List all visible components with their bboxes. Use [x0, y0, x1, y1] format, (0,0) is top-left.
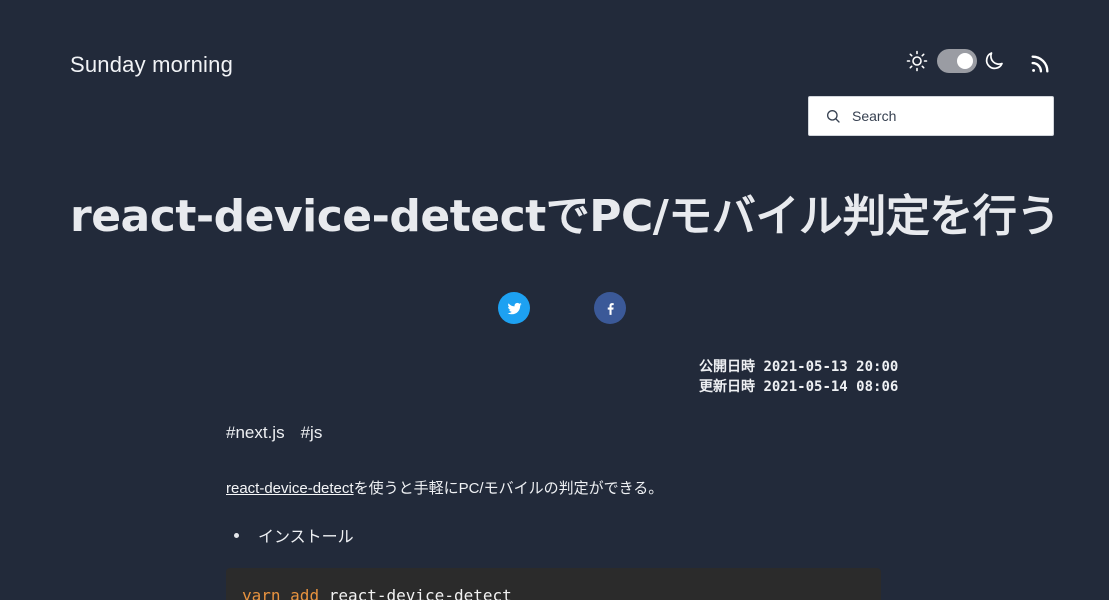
list-item: インストール [234, 523, 354, 547]
sun-icon [906, 50, 928, 72]
updated-date-row: 更新日時 2021-05-14 08:06 [699, 377, 898, 397]
bullet-dot [234, 532, 239, 538]
theme-toggle-knob [957, 53, 973, 69]
updated-label: 更新日時 [699, 379, 755, 395]
post-title: react-device-detectでPC/モバイル判定を行う [70, 191, 1060, 242]
tag-link[interactable]: #js [301, 423, 323, 443]
published-date-row: 公開日時 2021-05-13 20:00 [699, 357, 898, 377]
tag-list: #next.js #js [226, 423, 338, 443]
tag-link[interactable]: #next.js [226, 423, 285, 443]
list-item-text: インストール [258, 529, 354, 546]
search-icon [827, 110, 840, 123]
post-dates: 公開日時 2021-05-13 20:00 更新日時 2021-05-14 08… [699, 357, 898, 397]
code-argument: react-device-detect [328, 586, 512, 600]
twitter-icon [506, 302, 522, 314]
share-twitter-button[interactable] [498, 292, 530, 324]
rss-icon[interactable] [1029, 53, 1051, 75]
updated-date: 2021-05-14 08:06 [763, 379, 899, 395]
theme-toggle[interactable] [937, 49, 977, 73]
search-input[interactable] [850, 107, 1034, 125]
site-title-link[interactable]: Sunday morning [70, 52, 233, 78]
search-box[interactable] [808, 96, 1054, 136]
theme-controls [905, 49, 1006, 73]
published-label: 公開日時 [699, 359, 755, 375]
facebook-icon [607, 302, 614, 315]
intro-text: を使うと手軽にPC/モバイルの判定ができる。 [353, 480, 664, 497]
code-subcommand: add [290, 586, 320, 600]
share-facebook-button[interactable] [594, 292, 626, 324]
page: Sunday morning react-devi [0, 0, 1109, 600]
code-command: yarn [242, 586, 281, 600]
moon-icon [985, 52, 1003, 70]
react-device-detect-link[interactable]: react-device-detect [226, 480, 354, 497]
code-block: yarn add react-device-detect [226, 568, 881, 600]
intro-paragraph: react-device-detectを使うと手軽にPC/モバイルの判定ができる… [226, 477, 663, 498]
published-date: 2021-05-13 20:00 [763, 359, 899, 375]
